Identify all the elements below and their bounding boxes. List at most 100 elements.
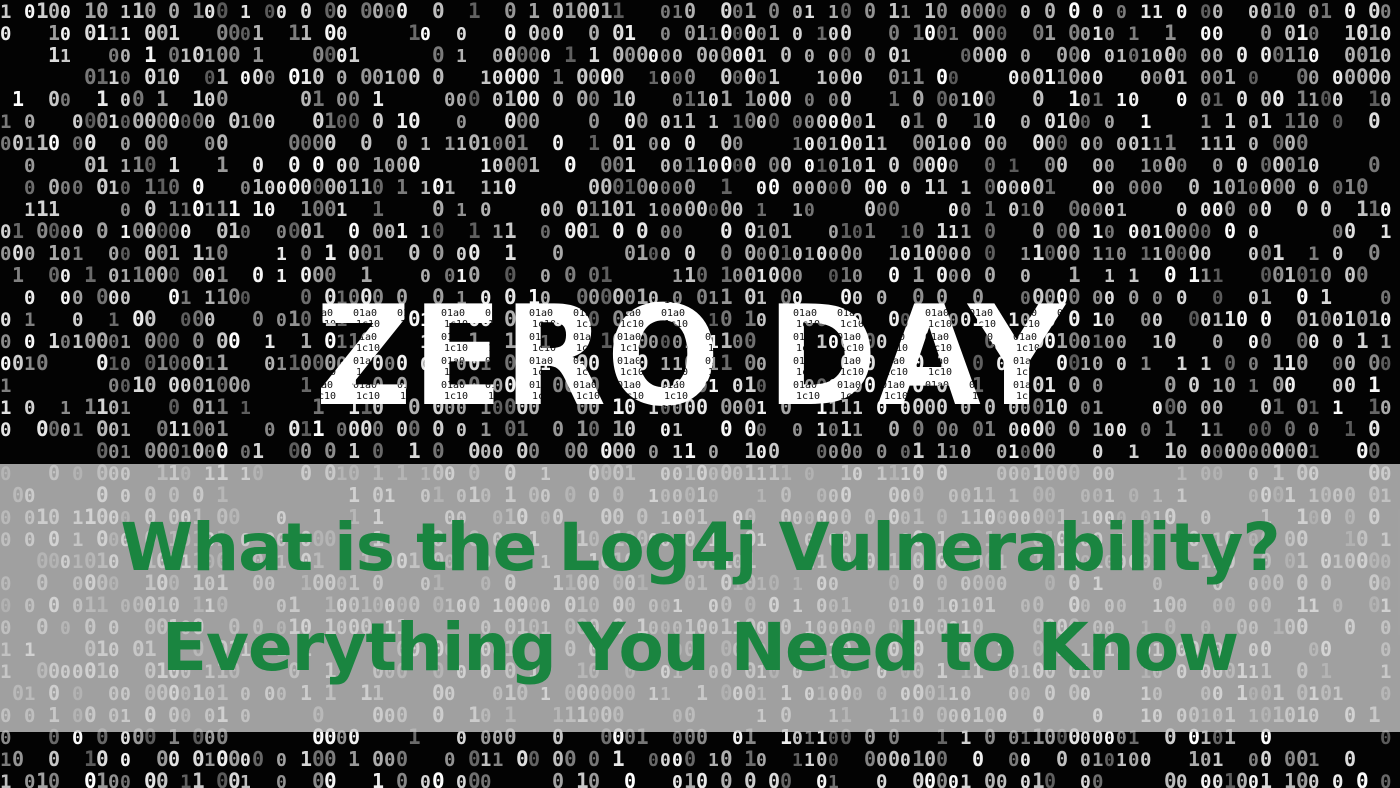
binary-digit: 0	[144, 0, 157, 23]
binary-digit: 0	[924, 21, 936, 45]
binary-digit: 1	[0, 1, 11, 23]
binary-digit: 1	[1044, 65, 1056, 89]
binary-digit: 0	[948, 772, 959, 788]
binary-digit: 0	[804, 156, 815, 177]
binary-digit: 0	[588, 87, 600, 111]
binary-digit: 0	[300, 241, 312, 265]
binary-digit: 0	[900, 178, 911, 199]
binary-digit: 0	[336, 23, 347, 45]
binary-digit: 0	[756, 442, 767, 463]
binary-digit: 0	[336, 89, 347, 111]
binary-digit: 1	[444, 177, 455, 199]
binary-digit: 0	[24, 243, 35, 265]
binary-digit: 0	[348, 241, 360, 265]
binary-digit: 1	[564, 0, 577, 23]
binary-digit: 0	[252, 747, 264, 771]
binary-digit: 1	[1344, 21, 1356, 45]
binary-digit: 0	[432, 43, 445, 67]
binary-digit: 0	[324, 131, 337, 155]
binary-digit: 1	[768, 65, 780, 89]
binary-digit: 1	[96, 65, 109, 89]
binary-digit: 0	[768, 153, 780, 177]
binary-digit: 0	[1008, 199, 1019, 221]
binary-digit: 1	[1308, 89, 1319, 111]
binary-digit: 1	[1356, 197, 1369, 221]
binary-digit: 0	[1176, 89, 1187, 111]
binary-digit: 0	[1020, 178, 1031, 199]
binary-digit: 0	[1224, 175, 1236, 199]
binary-digit: 0	[396, 769, 408, 788]
binary-digit: 1	[252, 43, 264, 67]
binary-digit: 0	[648, 442, 659, 463]
binary-digit: 1	[1056, 65, 1068, 89]
binary-digit: 1	[504, 87, 517, 111]
binary-digit: 1	[216, 65, 229, 89]
binary-digit: 0	[732, 199, 743, 221]
binary-digit: 0	[48, 0, 60, 23]
binary-digit: 0	[624, 769, 636, 788]
binary-digit: 0	[996, 1, 1007, 23]
binary-digit: 1	[84, 747, 97, 771]
binary-digit: 1	[120, 420, 131, 441]
binary-digit: 1	[1140, 111, 1151, 133]
binary-digit: 0	[588, 747, 600, 771]
binary-digit: 0	[120, 134, 131, 155]
binary-digit: 1	[1128, 441, 1139, 463]
binary-digit: 0	[1308, 177, 1319, 199]
binary-digit: 1	[480, 133, 491, 155]
binary-digit: 1	[612, 0, 625, 23]
binary-digit: 0	[984, 21, 996, 45]
binary-digit: 0	[1260, 153, 1272, 177]
binary-digit: 1	[192, 241, 205, 265]
binary-digit: 1	[792, 200, 803, 221]
binary-digit: 0	[924, 747, 936, 771]
binary-digit: 0	[720, 219, 733, 243]
binary-digit: 0	[216, 769, 229, 788]
binary-digit: 1	[672, 420, 683, 441]
binary-digit: 0	[960, 133, 971, 155]
binary-digit: 0	[720, 131, 733, 155]
binary-digit: 1	[120, 2, 131, 23]
binary-digit: 0	[1008, 749, 1019, 771]
binary-digit: 0	[1104, 222, 1115, 243]
binary-digit: 0	[996, 771, 1007, 788]
binary-digit: 0	[432, 65, 445, 89]
binary-digit: 0	[96, 439, 109, 463]
binary-digit: 1	[1368, 21, 1381, 45]
binary-digit: 0	[708, 156, 719, 177]
binary-digit: 0	[588, 0, 600, 23]
binary-digit: 1	[1284, 43, 1296, 67]
binary-digit: 1	[132, 153, 145, 177]
binary-digit: 0	[1176, 243, 1187, 265]
binary-digit: 0	[432, 0, 445, 23]
binary-digit: 0	[120, 46, 131, 67]
binary-digit: 0	[996, 177, 1007, 199]
binary-digit: 1	[624, 175, 636, 199]
binary-digit: 1	[312, 219, 325, 243]
binary-digit: 0	[432, 769, 445, 788]
binary-digit: 0	[1212, 441, 1223, 463]
binary-digit: 0	[936, 87, 948, 111]
binary-digit: 1	[300, 65, 312, 89]
binary-digit: 1	[24, 133, 35, 155]
binary-digit: 0	[528, 43, 540, 67]
binary-digit: 0	[984, 109, 996, 133]
binary-digit: 0	[264, 199, 275, 221]
binary-digit: 1	[720, 87, 733, 111]
article-hero-banner: 1010000001100000001100111010100000010010…	[0, 0, 1400, 788]
binary-digit: 0	[624, 87, 636, 111]
binary-digit: 1	[804, 244, 815, 265]
binary-digit: 0	[1176, 45, 1187, 67]
binary-digit: 1	[1092, 749, 1103, 771]
binary-digit: 0	[252, 153, 264, 177]
binary-digit: 0	[1200, 23, 1211, 45]
binary-digit: 1	[1164, 131, 1177, 155]
binary-digit: 0	[1224, 219, 1236, 243]
binary-digit: 1	[108, 23, 119, 45]
binary-digit: 0	[168, 747, 180, 771]
binary-digit: 0	[552, 21, 564, 45]
binary-digit: 0	[684, 0, 696, 23]
binary-digit: 0	[504, 175, 517, 199]
binary-digit: 1	[48, 43, 60, 67]
binary-digit: 0	[516, 43, 529, 67]
